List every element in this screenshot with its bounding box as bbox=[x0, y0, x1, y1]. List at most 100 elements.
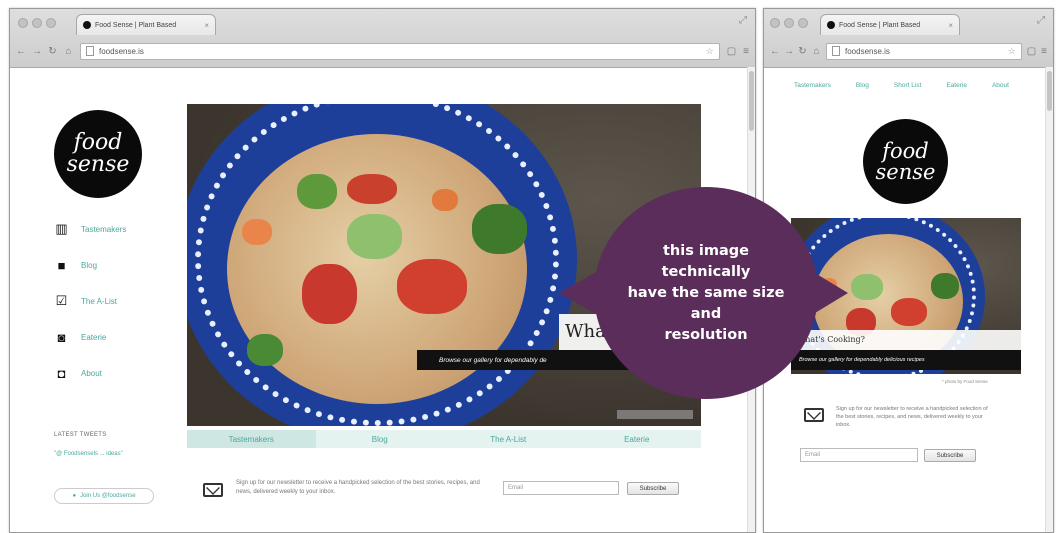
tab-close-icon[interactable]: × bbox=[204, 21, 209, 30]
tomato-shape bbox=[302, 264, 357, 324]
tab-title: Food Sense | Plant Based bbox=[839, 21, 921, 29]
tab-strip: Food Sense | Plant Based × ⤢ bbox=[10, 9, 755, 35]
tab-blog[interactable]: Blog bbox=[316, 430, 445, 448]
profile-icon: ◘ bbox=[57, 365, 66, 381]
hero-food-image: What's Cooking? Browse our gallery for d… bbox=[791, 218, 1021, 374]
browser-chrome: Food Sense | Plant Based × ⤢ ← → ↻ ⌂ foo… bbox=[764, 9, 1053, 68]
sidebar-item-eaterie[interactable]: ◙ Eaterie bbox=[54, 329, 107, 345]
bird-icon: ● bbox=[72, 493, 77, 499]
annotation-line: and bbox=[690, 305, 722, 322]
scrollbar-thumb[interactable] bbox=[1047, 71, 1052, 111]
follow-button[interactable]: ● Join Us @foodsense bbox=[54, 488, 154, 504]
page-icon bbox=[86, 46, 94, 56]
sidebar-item-label: Blog bbox=[81, 260, 98, 270]
subscribe-button[interactable]: Subscribe bbox=[924, 449, 976, 462]
extension-icon[interactable]: ▢ bbox=[727, 46, 736, 57]
tab-close-icon[interactable]: × bbox=[948, 21, 953, 30]
reload-icon[interactable]: ↻ bbox=[48, 46, 57, 57]
broccoli-shape bbox=[297, 174, 337, 209]
fullscreen-icon[interactable]: ⤢ bbox=[1037, 15, 1045, 26]
bookmark-star-icon[interactable]: ☆ bbox=[706, 46, 714, 57]
annotation-line: resolution bbox=[664, 326, 748, 343]
forward-icon[interactable]: → bbox=[784, 46, 794, 57]
envelope-icon bbox=[203, 481, 223, 497]
nav-about[interactable]: About bbox=[992, 82, 1009, 89]
window-controls[interactable] bbox=[770, 18, 808, 28]
envelope-icon bbox=[804, 406, 824, 422]
back-icon[interactable]: ← bbox=[770, 46, 780, 57]
menu-icon[interactable]: ≡ bbox=[1041, 46, 1047, 57]
nav-blog[interactable]: Blog bbox=[856, 82, 869, 89]
address-bar[interactable]: foodsense.is ☆ bbox=[826, 42, 1022, 60]
sidebar-item-about[interactable]: ◘ About bbox=[54, 365, 102, 381]
subscribe-button[interactable]: Subscribe bbox=[627, 482, 679, 495]
tomato-shape bbox=[347, 174, 397, 204]
browser-toolbar: ← → ↻ ⌂ foodsense.is ☆ ▢ ≡ bbox=[764, 36, 1053, 66]
logo-line-2: sense bbox=[66, 152, 130, 177]
tomato-shape bbox=[397, 259, 467, 314]
scrollbar-thumb[interactable] bbox=[749, 71, 754, 131]
minimize-window-icon[interactable] bbox=[32, 18, 42, 28]
address-bar[interactable]: foodsense.is ☆ bbox=[80, 42, 720, 60]
favicon-icon bbox=[83, 21, 91, 29]
sidebar-item-a-list[interactable]: ☑ The A-List bbox=[54, 293, 117, 309]
email-field[interactable]: Email bbox=[800, 448, 918, 462]
logo-line-1: food bbox=[882, 138, 929, 163]
forward-icon[interactable]: → bbox=[32, 46, 42, 57]
content-tabs: Tastemakers Blog The A-List Eaterie bbox=[187, 430, 701, 448]
site-logo[interactable]: food sense bbox=[54, 110, 142, 198]
carrot-shape bbox=[821, 278, 837, 292]
browser-tab[interactable]: Food Sense | Plant Based × bbox=[820, 14, 960, 35]
sidebar-item-label: Eaterie bbox=[81, 332, 107, 342]
newsletter-text: Sign up for our newsletter to receive a … bbox=[836, 406, 988, 428]
scrollbar[interactable] bbox=[1045, 67, 1053, 532]
sidebar-item-tastemakers[interactable]: ▥ Tastemakers bbox=[54, 221, 126, 237]
url-text: foodsense.is bbox=[845, 46, 890, 56]
close-window-icon[interactable] bbox=[18, 18, 28, 28]
reload-icon[interactable]: ↻ bbox=[798, 46, 807, 57]
hero-caption: Browse our gallery for dependably de bbox=[439, 356, 547, 364]
tomato-shape bbox=[891, 298, 927, 326]
hero-caption: Browse our gallery for dependably delici… bbox=[799, 357, 925, 363]
sidebar-item-label: About bbox=[81, 368, 102, 378]
broccoli-shape bbox=[851, 274, 883, 300]
tab-a-list[interactable]: The A-List bbox=[444, 430, 573, 448]
broccoli-shape bbox=[247, 334, 283, 366]
sidebar-item-blog[interactable]: ■ Blog bbox=[54, 257, 97, 273]
back-icon[interactable]: ← bbox=[16, 46, 26, 57]
latest-tweets-heading: LATEST TWEETS bbox=[54, 432, 107, 438]
carrot-shape bbox=[242, 219, 272, 245]
url-text: foodsense.is bbox=[99, 46, 144, 56]
home-icon[interactable]: ⌂ bbox=[812, 46, 821, 57]
annotation-line: have the same size bbox=[627, 284, 785, 301]
book-icon: ■ bbox=[57, 257, 66, 273]
nav-eaterie[interactable]: Eaterie bbox=[946, 82, 967, 89]
sidebar-item-label: Tastemakers bbox=[81, 224, 127, 234]
carrot-shape bbox=[432, 189, 458, 211]
nav-tastemakers[interactable]: Tastemakers bbox=[794, 82, 831, 89]
tab-eaterie[interactable]: Eaterie bbox=[573, 430, 702, 448]
home-icon[interactable]: ⌂ bbox=[64, 46, 73, 57]
window-controls[interactable] bbox=[18, 18, 56, 28]
nav-short-list[interactable]: Short List bbox=[894, 82, 921, 89]
browser-tab[interactable]: Food Sense | Plant Based × bbox=[76, 14, 216, 35]
close-window-icon[interactable] bbox=[770, 18, 780, 28]
hero-heading-box: What's Cooking? bbox=[791, 330, 1021, 350]
logo-line-2: sense bbox=[875, 159, 936, 184]
zoom-window-icon[interactable] bbox=[798, 18, 808, 28]
sidebar-item-label: The A-List bbox=[81, 296, 118, 306]
photo-credit: * photo by Food Sense bbox=[942, 379, 988, 384]
fullscreen-icon[interactable]: ⤢ bbox=[739, 15, 747, 26]
tab-tastemakers[interactable]: Tastemakers bbox=[187, 430, 316, 448]
zoom-window-icon[interactable] bbox=[46, 18, 56, 28]
menu-icon[interactable]: ≡ bbox=[743, 46, 749, 57]
annotation-line: technically bbox=[661, 263, 751, 280]
bookmark-star-icon[interactable]: ☆ bbox=[1008, 46, 1016, 57]
tweet-text[interactable]: "@ Foodsensels ... ideas" bbox=[54, 450, 144, 459]
minimize-window-icon[interactable] bbox=[784, 18, 794, 28]
browser-chrome: Food Sense | Plant Based × ⤢ ← → ↻ ⌂ foo… bbox=[10, 9, 755, 68]
browser-toolbar: ← → ↻ ⌂ foodsense.is ☆ ▢ ≡ bbox=[10, 36, 755, 66]
email-field[interactable]: Email bbox=[503, 481, 619, 495]
site-logo[interactable]: food sense bbox=[863, 119, 948, 204]
extension-icon[interactable]: ▢ bbox=[1027, 46, 1036, 57]
